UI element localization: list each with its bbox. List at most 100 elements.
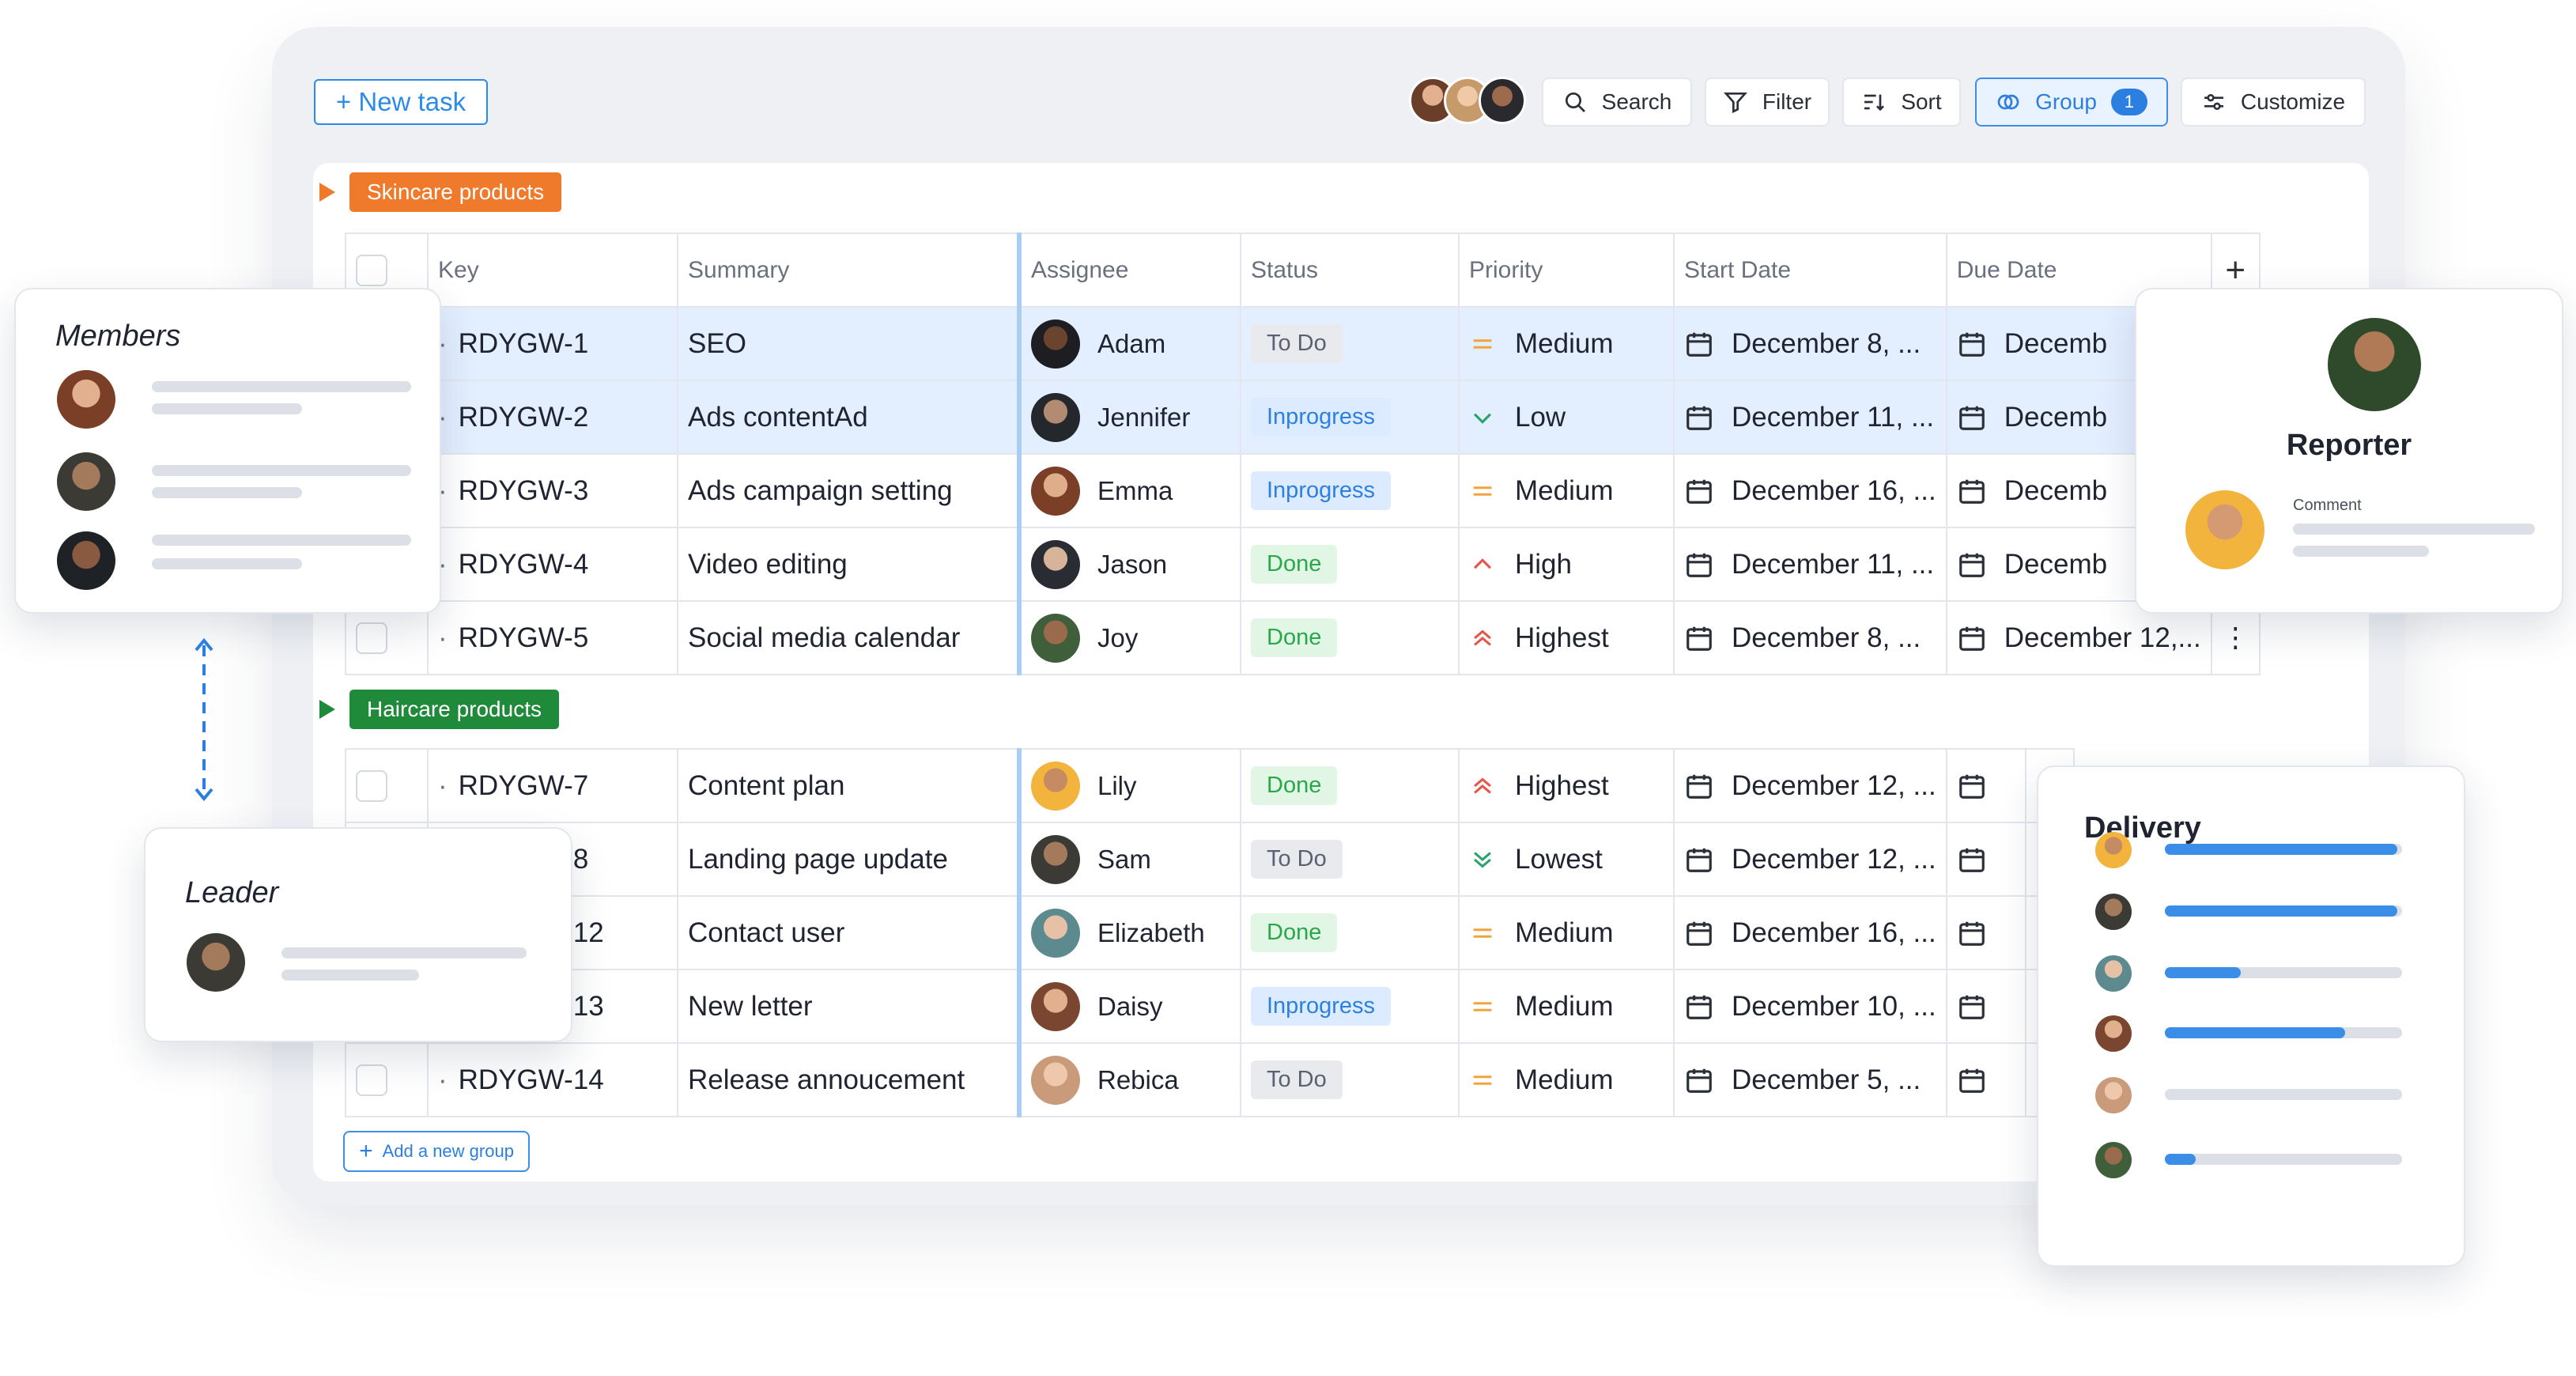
task-summary[interactable]: Ads campaign setting [677,453,1020,528]
task-status[interactable]: To Do [1240,1042,1460,1117]
task-priority[interactable]: Lowest [1458,822,1675,897]
table-row[interactable]: · RDYGW-4 Video editing Jason Done High Decemb… [345,527,2261,602]
task-status[interactable]: Done [1240,527,1460,602]
task-priority[interactable]: Medium [1458,453,1675,528]
task-start-date[interactable]: December 11, ... [1673,527,1947,602]
start-date-text: December 12, ... [1732,769,1936,801]
task-summary[interactable]: Ads contentAd [677,380,1020,455]
table-row[interactable]: ·RDYGW-8Landing page updateSamTo DoLowes… [345,822,2075,897]
task-assignee[interactable]: Joy [1017,600,1241,675]
task-summary[interactable]: New letter [677,969,1020,1044]
task-assignee[interactable]: Elizabeth [1017,895,1241,970]
task-summary[interactable]: Landing page update [677,822,1020,897]
task-start-date[interactable]: December 8, ... [1673,306,1947,381]
table-row[interactable]: · RDYGW-3 Ads campaign setting Emma Inprogre… [345,453,2261,528]
calendar-icon [1686,848,1712,872]
table-row[interactable]: ·RDYGW-12Contact userElizabethDoneMedium… [345,895,2075,970]
task-status[interactable]: Done [1240,895,1460,970]
group-icon [1997,94,2019,110]
task-start-date[interactable]: December 12, ... [1673,748,1947,823]
task-due-date[interactable] [1945,822,2026,897]
task-start-date[interactable]: December 12, ... [1673,822,1947,897]
column-header[interactable]: Assignee [1017,232,1241,308]
column-header[interactable]: Key [427,232,678,308]
table-row[interactable]: · RDYGW-14 Release annoucement Rebica To Do M… [345,1042,2075,1117]
task-key[interactable]: · RDYGW-3 [427,453,678,528]
task-start-date[interactable]: December 5, ... [1673,1042,1947,1117]
collapse-triangle-icon[interactable] [319,183,335,202]
task-assignee[interactable]: Jennifer [1017,380,1241,455]
search-button[interactable]: Search [1542,77,1692,127]
group-button[interactable]: Group 1 [1975,77,2168,127]
task-start-date[interactable]: December 11, ... [1673,380,1947,455]
row-checkbox[interactable] [345,1042,429,1117]
task-due-date[interactable] [1945,895,2026,970]
task-assignee[interactable]: Jason [1017,527,1241,602]
task-key[interactable]: · RDYGW-7 [427,748,678,823]
task-priority[interactable]: Highest [1458,748,1675,823]
filter-button[interactable]: Filter [1705,77,1830,127]
filter-icon [1723,93,1747,114]
task-summary[interactable]: Content plan [677,748,1020,823]
avatar [1031,761,1080,811]
task-key[interactable]: · RDYGW-1 [427,306,678,381]
table-row[interactable]: · RDYGW-5 Social media calendar Joy Done High… [345,600,2261,675]
task-priority[interactable]: Medium [1458,1042,1675,1117]
task-priority[interactable]: Highest [1458,600,1675,675]
task-summary[interactable]: Social media calendar [677,600,1020,675]
new-task-button[interactable]: + New task [314,79,488,125]
task-status[interactable]: To Do [1240,306,1460,381]
task-priority[interactable]: Medium [1458,895,1675,970]
task-status[interactable]: Inprogress [1240,969,1460,1044]
task-status[interactable]: Inprogress [1240,380,1460,455]
task-priority[interactable]: Medium [1458,306,1675,381]
task-assignee[interactable]: Daisy [1017,969,1241,1044]
task-start-date[interactable]: December 8, ... [1673,600,1947,675]
task-assignee[interactable]: Rebica [1017,1042,1241,1117]
task-due-date[interactable] [1945,1042,2026,1117]
avatar [1479,77,1526,124]
task-assignee[interactable]: Adam [1017,306,1241,381]
task-status[interactable]: To Do [1240,822,1460,897]
collapse-triangle-icon[interactable] [319,700,335,719]
table-row[interactable]: ·RDYGW-13New letterDaisyInprogressMedium… [345,969,2075,1044]
group-header-skincare[interactable]: Skincare products [319,172,562,212]
row-checkbox[interactable] [345,748,429,823]
task-summary[interactable]: Release annoucement [677,1042,1020,1117]
column-header[interactable]: Status [1240,232,1460,308]
priority-label: Medium [1515,990,1614,1022]
task-due-date[interactable] [1945,969,2026,1044]
task-due-date[interactable] [1945,748,2026,823]
task-start-date[interactable]: December 16, ... [1673,453,1947,528]
task-key[interactable]: · RDYGW-5 [427,600,678,675]
task-start-date[interactable]: December 16, ... [1673,895,1947,970]
task-summary[interactable]: Video editing [677,527,1020,602]
add-group-button[interactable]: + Add a new group [343,1131,530,1172]
task-assignee[interactable]: Lily [1017,748,1241,823]
column-header[interactable]: Summary [677,232,1020,308]
task-status[interactable]: Done [1240,600,1460,675]
task-priority[interactable]: Low [1458,380,1675,455]
table-row[interactable]: · RDYGW-7 Content plan Lily Done Highest Decem… [345,748,2075,823]
customize-button[interactable]: Customize [2181,77,2366,127]
column-header[interactable]: Start Date [1673,232,1947,308]
due-date-text: Decemb [2004,401,2108,433]
task-assignee[interactable]: Sam [1017,822,1241,897]
task-key[interactable]: · RDYGW-2 [427,380,678,455]
task-start-date[interactable]: December 10, ... [1673,969,1947,1044]
table-row[interactable]: · RDYGW-2 Ads contentAd Jennifer Inprogress L… [345,380,2261,455]
task-priority[interactable]: High [1458,527,1675,602]
task-status[interactable]: Inprogress [1240,453,1460,528]
team-avatars[interactable] [1409,77,1528,126]
task-summary[interactable]: Contact user [677,895,1020,970]
task-key[interactable]: · RDYGW-4 [427,527,678,602]
group-header-haircare[interactable]: Haircare products [319,690,559,729]
task-status[interactable]: Done [1240,748,1460,823]
column-header[interactable]: Priority [1458,232,1675,308]
task-priority[interactable]: Medium [1458,969,1675,1044]
task-summary[interactable]: SEO [677,306,1020,381]
table-row[interactable]: · RDYGW-1 SEO Adam To Do Medium December 8, ..… [345,306,2261,381]
sort-button[interactable]: Sort [1842,77,1961,127]
task-key[interactable]: · RDYGW-14 [427,1042,678,1117]
task-assignee[interactable]: Emma [1017,453,1241,528]
